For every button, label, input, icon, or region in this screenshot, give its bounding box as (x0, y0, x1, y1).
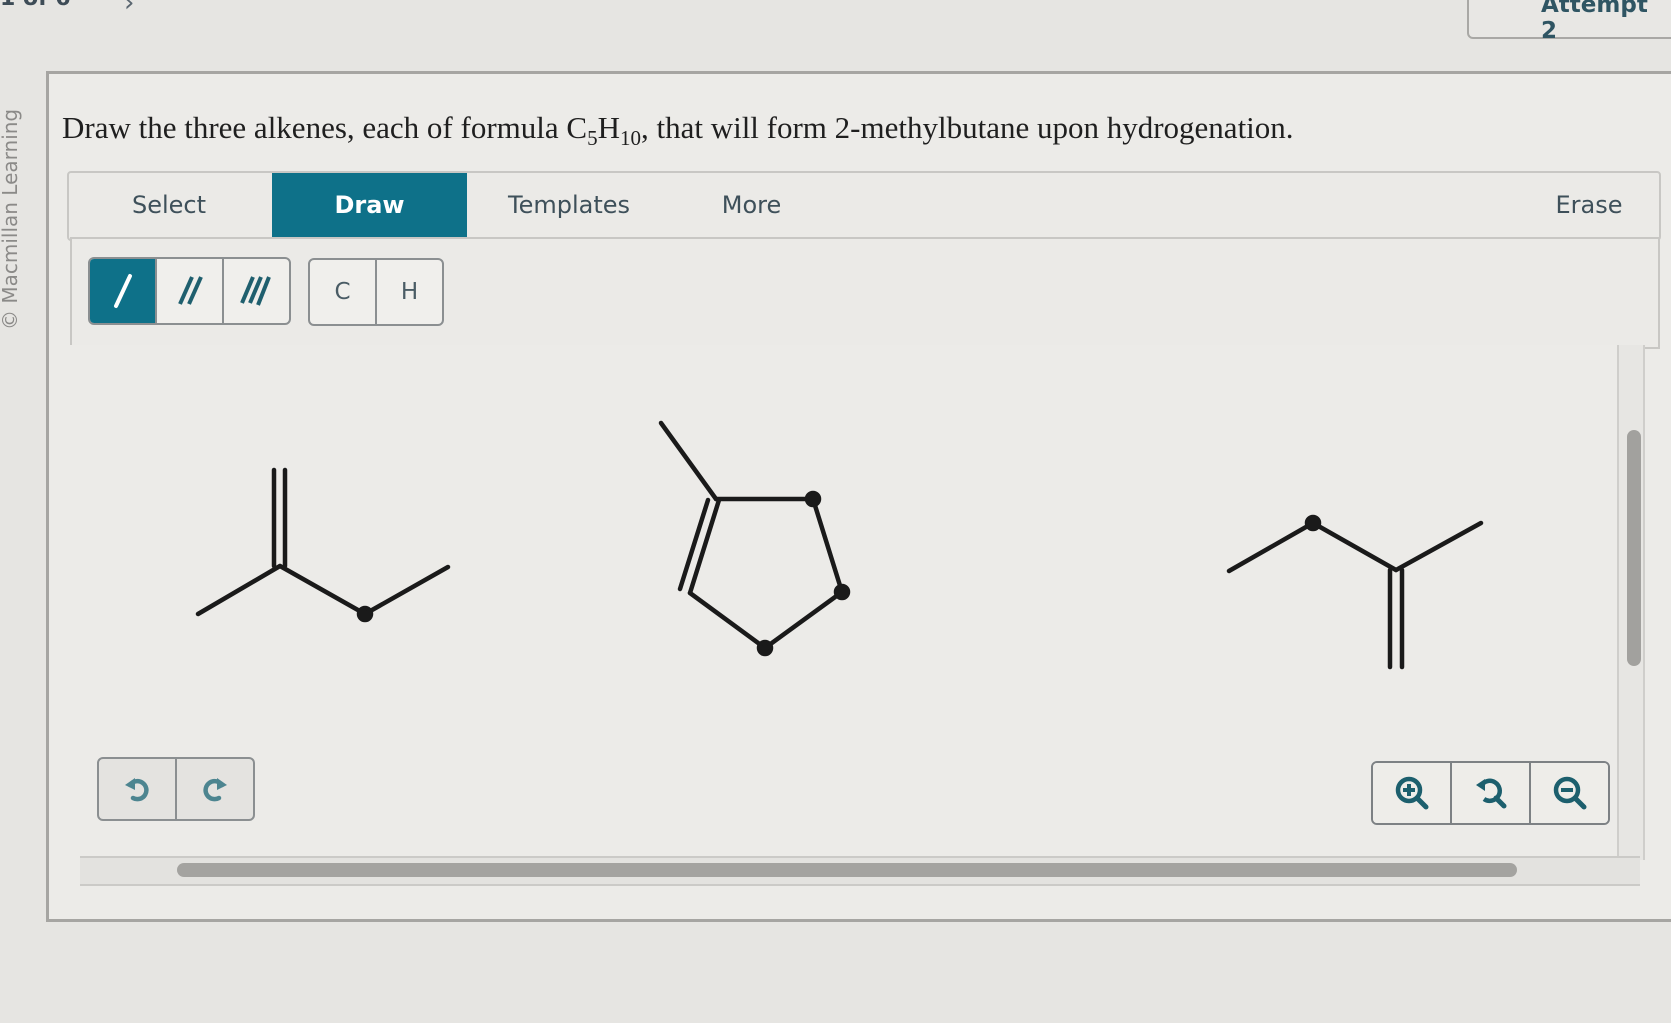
molecule-layer (195, 420, 1484, 670)
atom-dot[interactable] (1304, 514, 1322, 532)
molecule-3-methyl-1-butene[interactable] (1226, 514, 1484, 670)
redo-icon (203, 778, 227, 802)
zoom-out-button[interactable] (1531, 763, 1608, 823)
bond[interactable] (687, 590, 768, 651)
zoom-reset-icon (1475, 778, 1506, 809)
molecule-2-methyl-1-butene[interactable] (195, 467, 451, 623)
bond[interactable] (362, 564, 451, 617)
bond[interactable] (195, 563, 283, 617)
bond[interactable] (762, 589, 845, 651)
undo-icon (125, 778, 149, 802)
bond[interactable] (810, 496, 845, 595)
zoom-out-icon (1553, 776, 1586, 810)
history-button-group (97, 757, 255, 821)
undo-button[interactable] (99, 759, 177, 819)
atom-dot[interactable] (356, 605, 374, 623)
zoom-in-button[interactable] (1373, 763, 1452, 823)
zoom-button-group (1371, 761, 1610, 825)
atom-dot[interactable] (804, 490, 822, 508)
molecule-1-methylcyclopentene[interactable] (658, 420, 851, 657)
bond[interactable] (1393, 520, 1484, 573)
bond[interactable] (1310, 520, 1399, 573)
zoom-reset-button[interactable] (1452, 763, 1531, 823)
bond[interactable] (1226, 520, 1316, 574)
zoom-in-icon (1395, 776, 1428, 810)
redo-button[interactable] (177, 759, 253, 819)
bond[interactable] (277, 563, 368, 617)
bond[interactable] (658, 420, 719, 502)
atom-dot[interactable] (756, 639, 774, 657)
atom-dot[interactable] (833, 583, 851, 601)
